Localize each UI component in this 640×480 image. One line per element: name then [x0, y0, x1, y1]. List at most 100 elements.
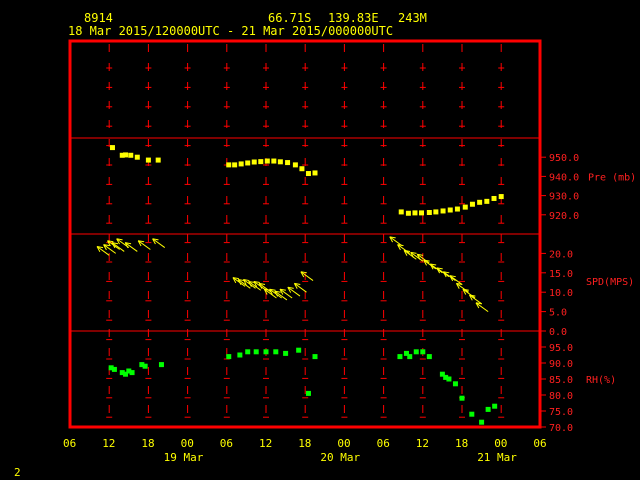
rh-point [245, 349, 251, 355]
pressure-point [484, 198, 490, 204]
page-number: 2 [14, 466, 21, 479]
rh-point [158, 362, 164, 368]
wind-arrow [397, 244, 411, 254]
wind-arrow [293, 282, 307, 293]
wind-arrow [137, 240, 151, 250]
pressure-point [426, 209, 432, 215]
wind-arrow [124, 242, 138, 252]
y-tick-label: 85.0 [549, 375, 573, 386]
y-tick-label: 0.0 [549, 327, 567, 338]
pressure-point [226, 162, 232, 168]
y-tick-label: 90.0 [549, 359, 573, 370]
rh-axis-label: RH(%) [586, 375, 616, 386]
rh-point [283, 350, 289, 356]
y-tick-label: 15.0 [549, 269, 573, 280]
pressure-point [433, 209, 439, 215]
wind-arrow [152, 238, 166, 248]
x-tick-label: 18 [455, 437, 468, 450]
x-tick-label: 18 [141, 437, 154, 450]
rh-point [407, 354, 413, 360]
pressure-point [469, 201, 475, 207]
wind-arrow [455, 282, 469, 293]
pressure-point [238, 161, 244, 167]
rh-point [129, 370, 135, 376]
pressure-axis-label: Pre (mb) [588, 172, 636, 183]
x-tick-label: 12 [416, 437, 429, 450]
pressure-point [134, 154, 140, 160]
pressure-point [491, 195, 497, 201]
pressure-point [412, 210, 418, 216]
x-tick-label: 06 [533, 437, 546, 450]
pressure-point [109, 145, 115, 151]
rh-point [312, 354, 318, 360]
pressure-point [299, 166, 305, 172]
pressure-point [447, 207, 453, 213]
rh-point [492, 403, 498, 409]
pressure-point [128, 152, 134, 158]
x-tick-label: 06 [63, 437, 76, 450]
rh-point [413, 349, 419, 355]
y-tick-label: 70.0 [549, 423, 573, 434]
x-tick-label: 00 [337, 437, 350, 450]
rh-point [273, 349, 279, 355]
pressure-point [232, 162, 238, 168]
pressure-point [285, 160, 291, 166]
rh-point [111, 366, 117, 372]
rh-point [469, 411, 475, 417]
rh-point [426, 354, 432, 360]
rh-point [446, 376, 452, 382]
rh-point [296, 347, 302, 353]
x-tick-label: 18 [298, 437, 311, 450]
rh-point [479, 419, 485, 425]
x-tick-label: 06 [220, 437, 233, 450]
pressure-point [440, 208, 446, 214]
pressure-point [271, 158, 277, 164]
y-tick-label: 920.0 [549, 211, 579, 222]
y-tick-label: 950.0 [549, 153, 579, 164]
pressure-point [123, 152, 129, 158]
wind-axis-label: SPD(MPS) [586, 277, 634, 288]
rh-point [485, 406, 491, 412]
wind-arrow [469, 294, 482, 305]
x-tick-label: 00 [494, 437, 507, 450]
pressure-point [258, 159, 264, 165]
pressure-point [145, 157, 151, 163]
wind-arrow [300, 271, 314, 281]
x-tick-label: 12 [259, 437, 272, 450]
rh-point [459, 395, 465, 401]
x-tick-label: 12 [102, 437, 115, 450]
y-tick-label: 940.0 [549, 172, 579, 183]
x-date-label: 19 Mar [164, 451, 204, 464]
pressure-point [454, 206, 460, 212]
pressure-point [251, 159, 257, 165]
pressure-point [264, 158, 270, 164]
rh-point [263, 349, 269, 355]
x-tick-label: 00 [181, 437, 194, 450]
data-layer [96, 145, 504, 425]
pressure-point [405, 210, 411, 216]
wind-arrow [287, 286, 301, 297]
wind-arrow [111, 242, 125, 252]
pressure-point [398, 209, 404, 215]
rh-point [237, 352, 243, 358]
pressure-point [477, 199, 483, 205]
rh-point [226, 354, 232, 360]
y-tick-label: 5.0 [549, 308, 567, 319]
pressure-point [277, 159, 283, 165]
y-tick-label: 95.0 [549, 343, 573, 354]
pressure-point [462, 204, 468, 210]
pressure-point [498, 194, 504, 200]
pressure-point [418, 210, 424, 216]
y-tick-label: 75.0 [549, 407, 573, 418]
pressure-point [305, 171, 311, 177]
rh-point [253, 349, 259, 355]
wind-arrow [389, 236, 403, 247]
x-date-label: 21 Mar [477, 451, 517, 464]
y-tick-label: 20.0 [549, 249, 573, 260]
rh-point [305, 390, 311, 396]
pressure-point [312, 170, 318, 176]
pressure-point [155, 157, 161, 163]
rh-point [397, 354, 403, 360]
y-tick-label: 80.0 [549, 391, 573, 402]
wind-arrow [449, 275, 463, 285]
